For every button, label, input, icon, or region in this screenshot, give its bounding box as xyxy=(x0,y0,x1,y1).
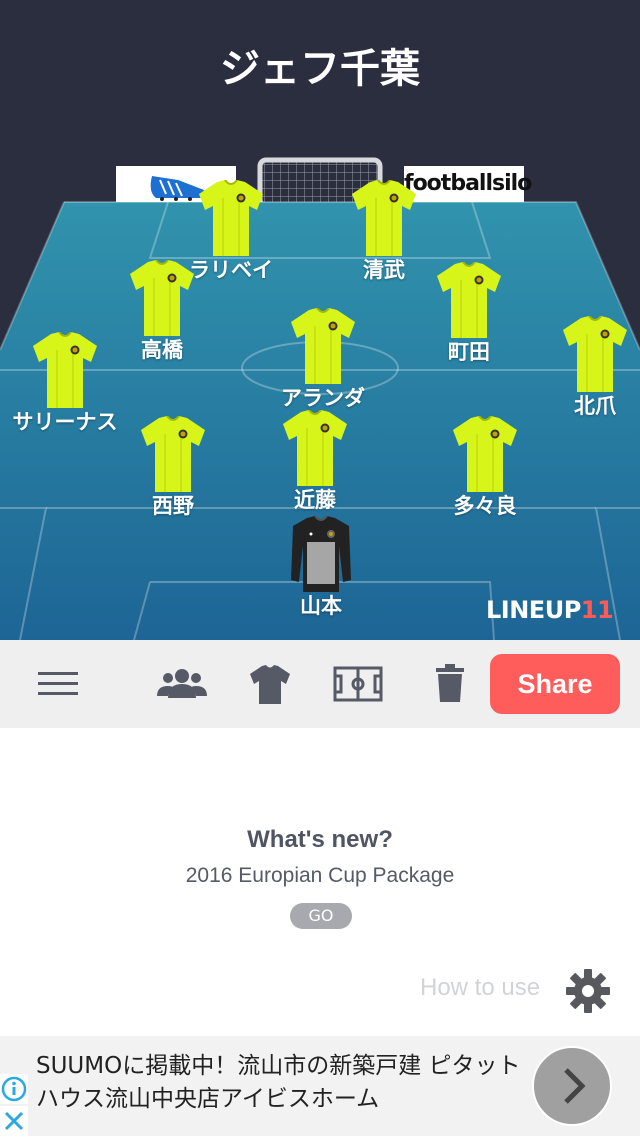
close-icon[interactable] xyxy=(0,1106,28,1136)
gear-icon[interactable] xyxy=(565,968,611,1018)
chevron-right-icon[interactable] xyxy=(532,1046,612,1126)
how-to-use-link[interactable]: How to use xyxy=(420,974,540,1002)
hamburger-menu-icon[interactable] xyxy=(38,668,78,704)
go-button[interactable]: GO xyxy=(290,903,352,929)
player-shirt-icon xyxy=(352,180,416,256)
player-nishino[interactable]: 西野 xyxy=(108,416,238,520)
player-name: 西野 xyxy=(152,494,194,518)
player-kondo[interactable]: 近藤 xyxy=(250,410,380,514)
whats-new-title: What's new? xyxy=(247,826,393,853)
player-shirt-icon xyxy=(130,260,194,336)
group-icon[interactable] xyxy=(156,664,208,708)
player-shirt-icon xyxy=(199,180,263,256)
player-yamamoto-goalkeeper[interactable]: 山本 xyxy=(256,516,386,620)
package-subtitle: 2016 Europian Cup Package xyxy=(185,864,455,887)
player-shirt-icon xyxy=(291,308,355,384)
player-kitazume[interactable]: 北爪 xyxy=(530,316,640,420)
goalkeeper-shirt-icon xyxy=(291,516,351,592)
player-shirt-icon xyxy=(283,410,347,486)
share-button[interactable]: Share xyxy=(490,654,620,714)
player-shirt-icon xyxy=(563,316,627,392)
pitch-icon[interactable] xyxy=(333,666,383,706)
player-name: 町田 xyxy=(448,340,490,364)
brand-text: LINEUP xyxy=(486,596,581,624)
trash-icon[interactable] xyxy=(436,664,464,708)
lineup11-logo: LINEUP11 xyxy=(486,596,614,624)
player-shirt-icon xyxy=(33,332,97,408)
player-name: アランダ xyxy=(281,386,365,410)
player-aranda[interactable]: アランダ xyxy=(258,308,388,412)
player-machida[interactable]: 町田 xyxy=(404,262,534,366)
brand-number: 11 xyxy=(580,596,614,624)
player-shirt-icon xyxy=(453,416,517,492)
player-name: 山本 xyxy=(300,594,342,618)
player-name: 多々良 xyxy=(453,494,517,518)
player-shirt-icon xyxy=(141,416,205,492)
player-tatara[interactable]: 多々良 xyxy=(420,416,550,520)
player-name: 近藤 xyxy=(294,488,336,512)
info-icon[interactable] xyxy=(0,1074,28,1104)
ad-text[interactable]: SUUMOに掲載中！流山市の新築戸建 ピタットハウス流山中央店アイビスホーム xyxy=(36,1050,526,1116)
player-shirt-icon xyxy=(437,262,501,338)
team-title: ジェフ千葉 xyxy=(220,46,420,92)
shirt-icon[interactable] xyxy=(250,664,290,708)
